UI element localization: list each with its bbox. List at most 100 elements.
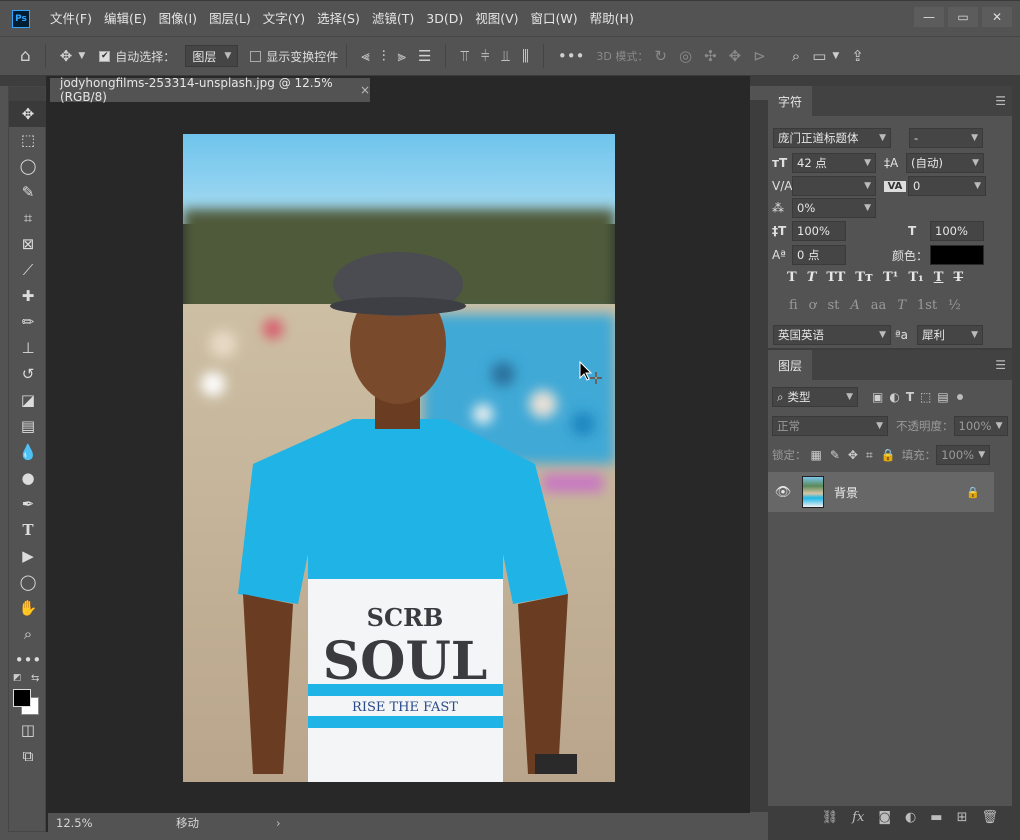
zoom-level[interactable]: 12.5% xyxy=(56,816,116,830)
clone-stamp-icon[interactable]: ⊥ xyxy=(9,335,47,361)
filter-pixel-icon[interactable]: ▣ xyxy=(872,390,883,404)
toolbar-grip[interactable] xyxy=(9,87,45,101)
filter-adjustment-icon[interactable]: ◐ xyxy=(889,390,899,404)
lock-artboard-icon[interactable]: ⌗ xyxy=(866,448,873,463)
contextual-alternates-icon[interactable]: st xyxy=(828,298,840,313)
vertical-scale-field[interactable]: 100% xyxy=(792,221,846,241)
filter-shape-icon[interactable]: ⬚ xyxy=(920,390,931,404)
new-group-icon[interactable]: ▬ xyxy=(930,810,942,825)
text-color-swatch[interactable] xyxy=(930,245,984,265)
hand-tool-icon[interactable]: ✋ xyxy=(9,595,47,621)
menu-window[interactable]: 窗口(W) xyxy=(525,1,584,37)
swash-icon[interactable]: A xyxy=(850,298,859,313)
swap-colors-icon[interactable]: ⇆ xyxy=(31,673,39,684)
menu-layer[interactable]: 图层(L) xyxy=(203,1,257,37)
menu-help[interactable]: 帮助(H) xyxy=(584,1,640,37)
fractions-icon[interactable]: ½ xyxy=(948,298,961,313)
menu-view[interactable]: 视图(V) xyxy=(469,1,524,37)
font-family-select[interactable]: 庞门正道标题体 ▼ xyxy=(773,128,891,148)
ligature-icon[interactable]: fi xyxy=(789,298,798,313)
filter-smart-object-icon[interactable]: ▤ xyxy=(937,390,948,404)
lock-transparency-icon[interactable]: ▦ xyxy=(811,448,822,462)
eyedropper-tool-icon[interactable]: ⟋ xyxy=(9,257,47,283)
more-options-icon[interactable]: ••• xyxy=(558,47,585,65)
titling-alternates-icon[interactable]: T xyxy=(897,298,906,313)
underline-icon[interactable]: T xyxy=(934,270,944,285)
menu-type[interactable]: 文字(Y) xyxy=(257,1,311,37)
baseline-shift-field[interactable]: 0 点 xyxy=(792,245,846,265)
brush-tool-icon[interactable]: ✏ xyxy=(9,309,47,335)
move-tool-icon[interactable]: ✥ xyxy=(9,101,47,127)
font-size-field[interactable]: 42 点 ▼ xyxy=(792,153,876,173)
kerning-field[interactable]: ▼ xyxy=(792,176,876,196)
align-center-icon[interactable]: ⫶ xyxy=(382,47,386,65)
lock-image-icon[interactable]: ✎ xyxy=(830,448,840,462)
filter-type-icon[interactable]: T xyxy=(906,390,914,404)
healing-brush-icon[interactable]: ✚ xyxy=(9,283,47,309)
3d-camera-icon[interactable]: ⊳ xyxy=(753,47,766,65)
maximize-button[interactable]: ▭ xyxy=(948,7,978,27)
small-caps-icon[interactable]: Tт xyxy=(855,270,873,285)
faux-italic-icon[interactable]: T xyxy=(807,270,817,285)
layer-name[interactable]: 背景 xyxy=(834,484,966,501)
subscript-icon[interactable]: T₁ xyxy=(908,270,923,285)
screen-mode-icon[interactable]: ⧉ xyxy=(9,743,47,769)
default-colors-icon[interactable]: ◩ xyxy=(13,673,22,683)
foreground-color-swatch[interactable] xyxy=(13,689,31,707)
tab-layers[interactable]: 图层 xyxy=(768,350,813,380)
all-caps-icon[interactable]: TT xyxy=(826,270,845,285)
layer-lock-icon[interactable]: 🔒 xyxy=(966,486,980,499)
link-layers-icon[interactable]: ⛓ xyxy=(822,810,839,825)
layer-row[interactable]: 👁 背景 🔒 xyxy=(768,472,994,512)
tracking-field[interactable]: 0 ▼ xyxy=(908,176,986,196)
close-window-button[interactable]: ✕ xyxy=(982,7,1012,27)
align-left-icon[interactable]: ⫷ xyxy=(361,47,369,65)
history-brush-icon[interactable]: ↺ xyxy=(9,361,47,387)
ellipse-tool-icon[interactable]: ◯ xyxy=(9,569,47,595)
discretionary-ligature-icon[interactable]: ơ xyxy=(809,298,817,313)
tsume-field[interactable]: 0% ▼ xyxy=(792,198,876,218)
language-select[interactable]: 英国英语 ▼ xyxy=(773,325,891,345)
panel-menu-icon[interactable]: ☰ xyxy=(995,358,1006,372)
panel-menu-icon[interactable]: ☰ xyxy=(995,94,1006,108)
status-menu-chevron-icon[interactable]: › xyxy=(276,816,281,830)
add-mask-icon[interactable]: ◙ xyxy=(878,810,891,825)
leading-field[interactable]: (自动) ▼ xyxy=(906,153,984,173)
fill-field[interactable]: 100% ▼ xyxy=(936,445,991,465)
more-tools-icon[interactable]: ••• xyxy=(9,647,47,673)
lasso-tool-icon[interactable]: ◯ xyxy=(9,153,47,179)
quick-select-tool-icon[interactable]: ✎ xyxy=(9,179,47,205)
menu-3d[interactable]: 3D(D) xyxy=(420,1,469,37)
auto-select-target-dropdown[interactable]: 图层 ▼ xyxy=(185,45,239,67)
path-select-icon[interactable]: ▶ xyxy=(9,543,47,569)
layer-style-icon[interactable]: fx xyxy=(852,810,864,825)
delete-layer-icon[interactable]: 🗑 xyxy=(981,810,998,825)
chevron-down-icon[interactable]: ▼ xyxy=(78,51,85,61)
menu-select[interactable]: 选择(S) xyxy=(311,1,366,37)
blur-tool-icon[interactable]: 💧 xyxy=(9,439,47,465)
minimize-button[interactable]: — xyxy=(914,7,944,27)
zoom-tool-icon[interactable]: ⌕ xyxy=(9,621,47,647)
new-layer-icon[interactable]: ⊞ xyxy=(957,810,968,825)
search-icon[interactable]: ⌕ xyxy=(792,47,800,65)
blend-mode-select[interactable]: 正常 ▼ xyxy=(772,416,888,436)
3d-slide-icon[interactable]: ✥ xyxy=(729,47,742,65)
quick-mask-icon[interactable]: ◫ xyxy=(9,717,47,743)
align-right-icon[interactable]: ⫸ xyxy=(398,47,406,65)
gradient-tool-icon[interactable]: ▤ xyxy=(9,413,47,439)
move-tool-icon[interactable]: ✥ xyxy=(60,47,73,65)
crop-tool-icon[interactable]: ⌗ xyxy=(9,205,47,231)
auto-select-checkbox[interactable]: ✔ xyxy=(99,50,111,62)
font-style-select[interactable]: - ▼ xyxy=(909,128,983,148)
align-top-icon[interactable]: ⫪ xyxy=(460,47,468,65)
pen-tool-icon[interactable]: ✒ xyxy=(9,491,47,517)
layer-filter-select[interactable]: ⌕ 类型 ▼ xyxy=(772,387,858,407)
3d-roll-icon[interactable]: ◎ xyxy=(679,47,692,65)
visibility-eye-icon[interactable]: 👁 xyxy=(768,485,798,500)
menu-filter[interactable]: 滤镜(T) xyxy=(366,1,420,37)
3d-rotate-icon[interactable]: ↻ xyxy=(654,47,667,65)
horizontal-scale-field[interactable]: 100% xyxy=(930,221,984,241)
frame-tool-icon[interactable]: ⊠ xyxy=(9,231,47,257)
filter-toggle-icon[interactable] xyxy=(956,394,963,400)
adjustment-layer-icon[interactable]: ◐ xyxy=(905,810,916,825)
